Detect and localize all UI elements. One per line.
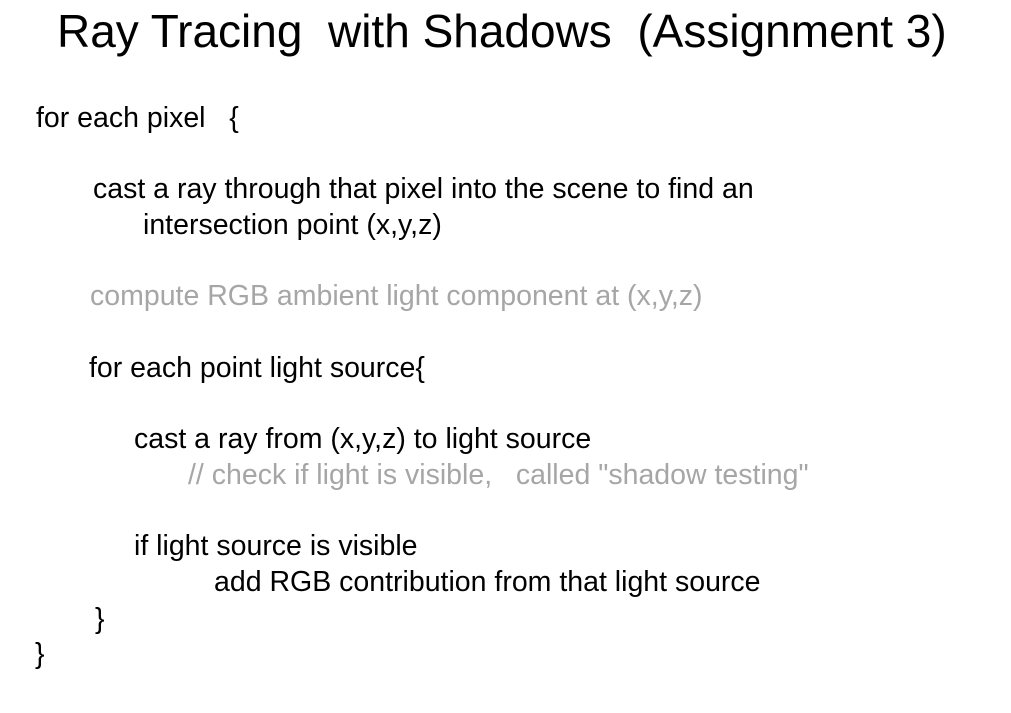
pseudocode-inner-closing-brace: } (95, 603, 105, 635)
pseudocode-line-ambient-light: compute RGB ambient light component at (… (90, 280, 703, 312)
pseudocode-line-for-each-light: for each point light source{ (89, 352, 425, 384)
pseudocode-outer-closing-brace: } (35, 638, 45, 670)
slide: Ray Tracing with Shadows (Assignment 3) … (0, 0, 1011, 713)
pseudocode-line-if-visible: if light source is visible (134, 530, 418, 562)
slide-title: Ray Tracing with Shadows (Assignment 3) (57, 5, 947, 57)
pseudocode-line-add-rgb: add RGB contribution from that light sou… (214, 566, 761, 598)
pseudocode-line-for-each-pixel: for each pixel { (36, 102, 239, 134)
pseudocode-comment-shadow-testing: // check if light is visible, called "sh… (188, 459, 809, 491)
pseudocode-line-cast-ray: cast a ray through that pixel into the s… (93, 173, 754, 205)
pseudocode-line-intersection-point: intersection point (x,y,z) (143, 209, 442, 241)
pseudocode-line-cast-shadow-ray: cast a ray from (x,y,z) to light source (134, 423, 592, 455)
